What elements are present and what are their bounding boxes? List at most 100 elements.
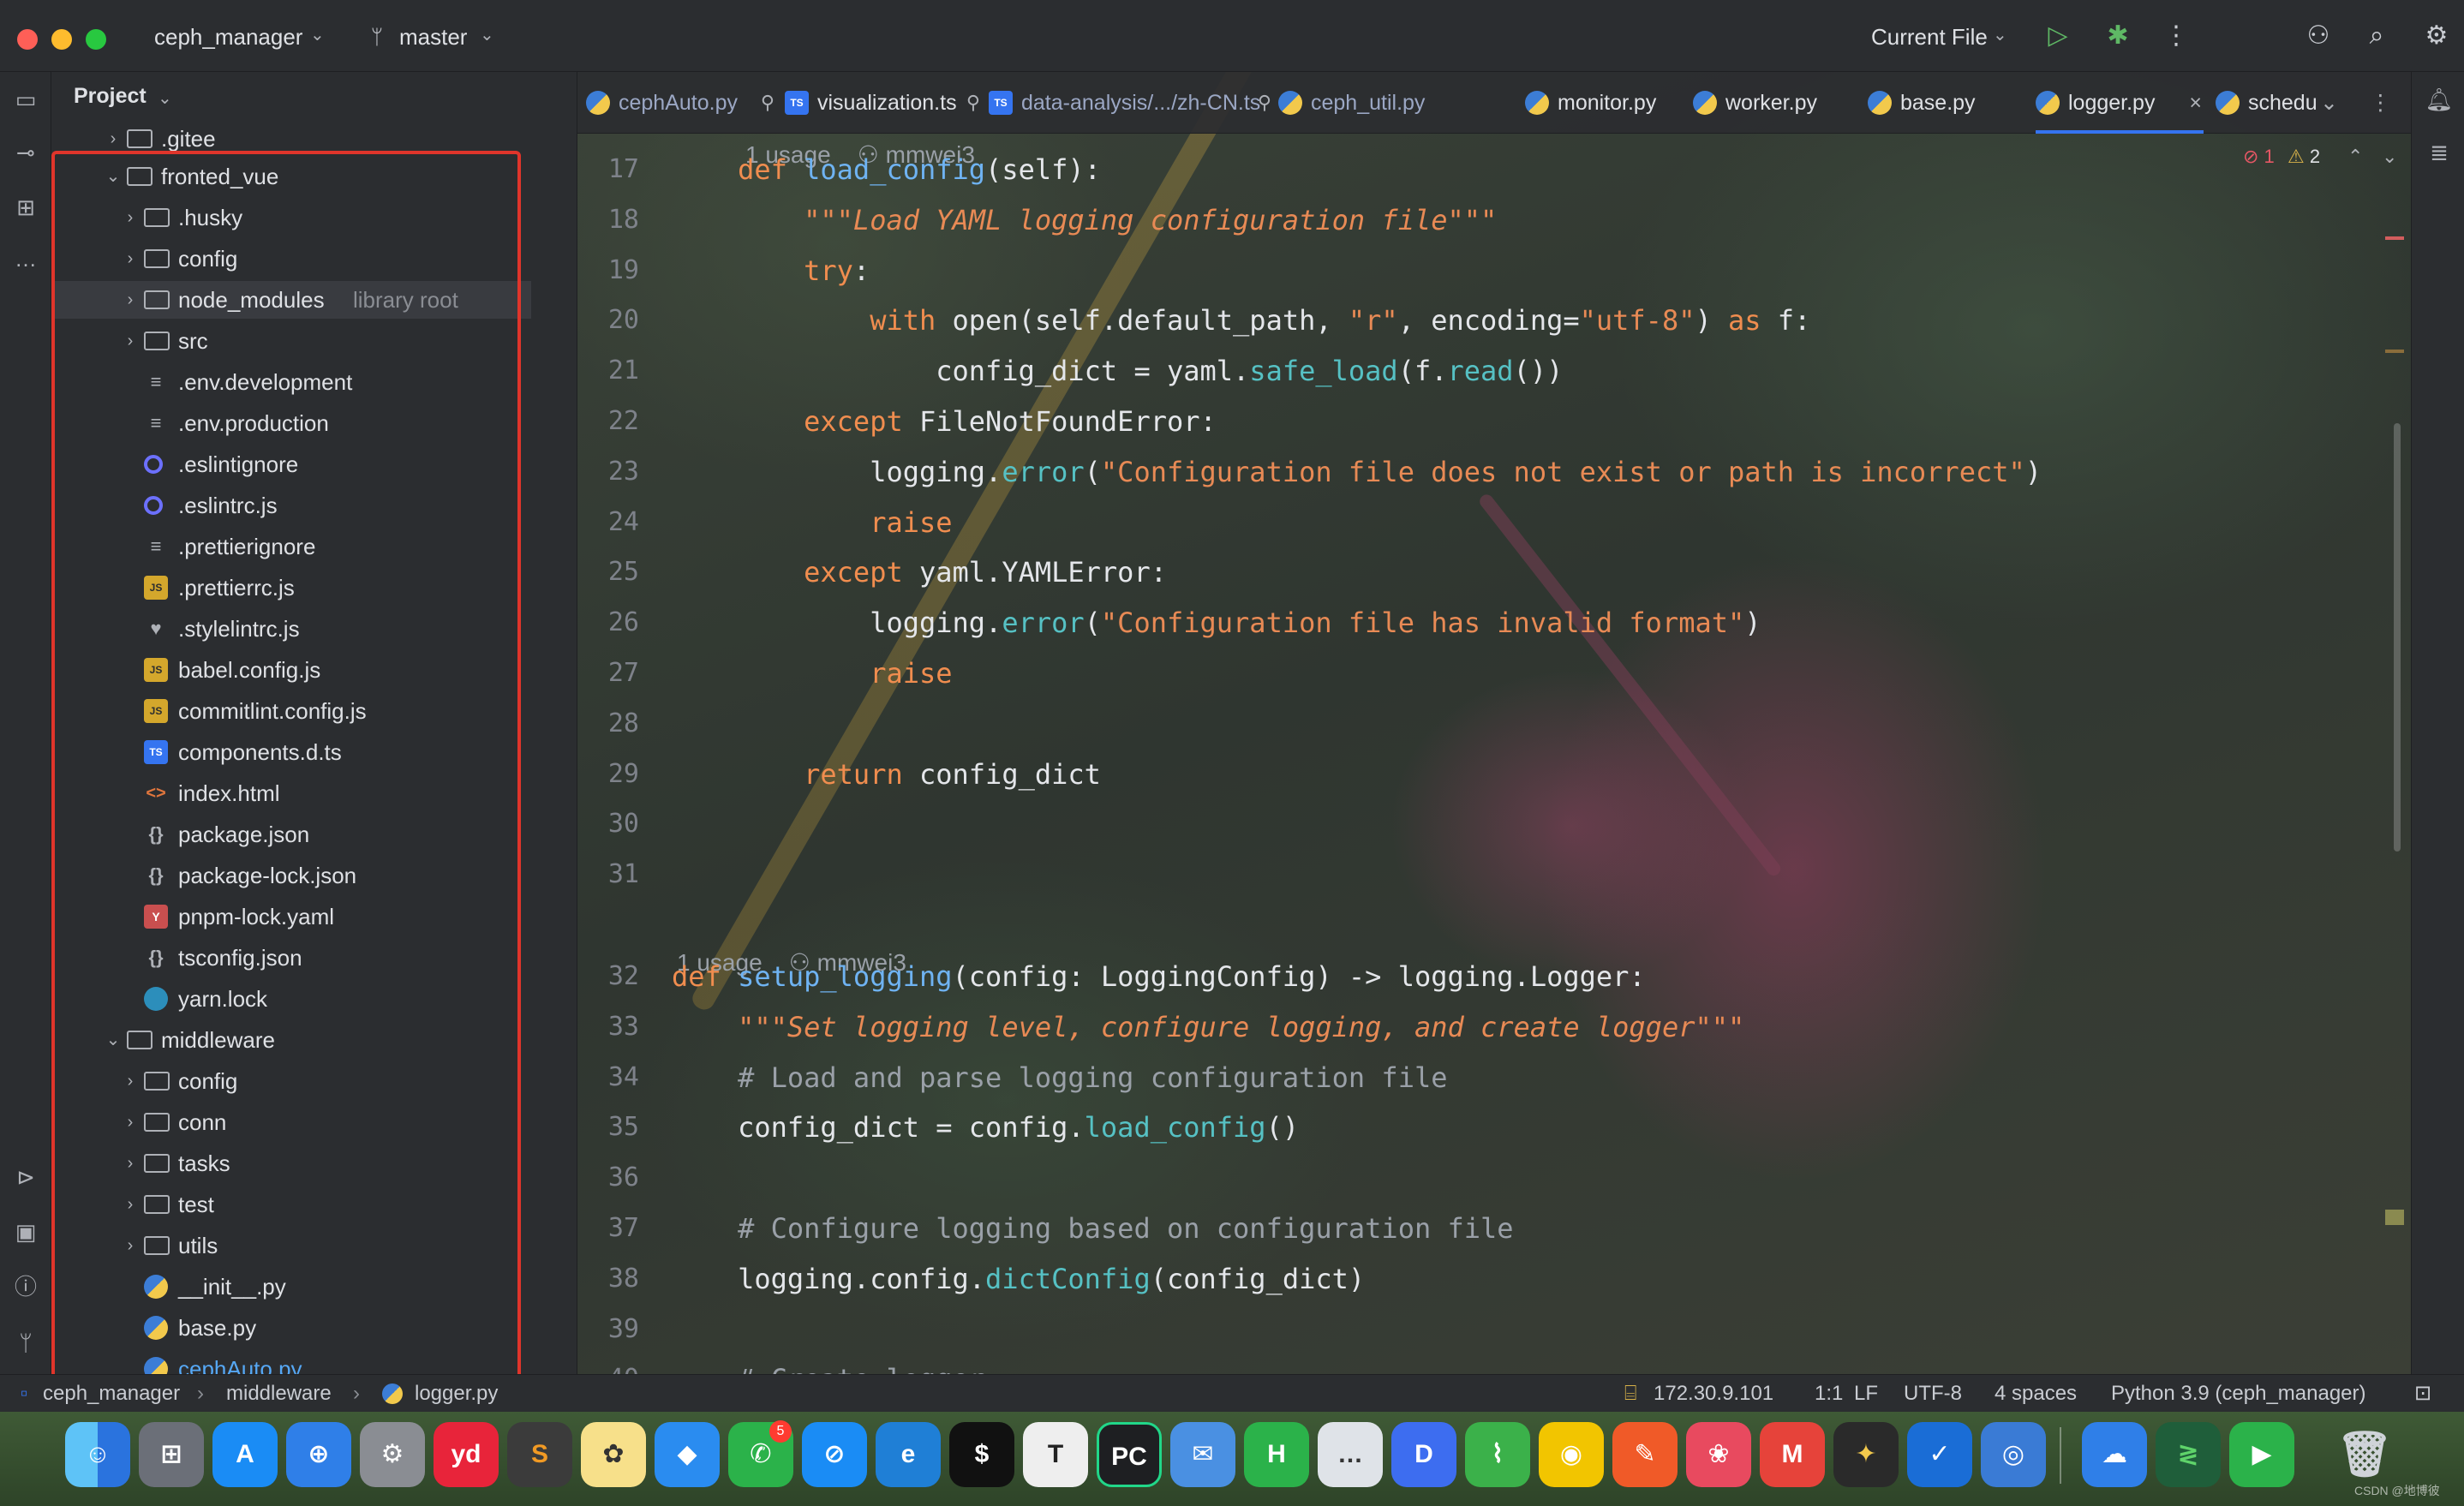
notifications-bell-icon[interactable]: 🔔︎ <box>2424 84 2455 115</box>
pin-icon[interactable]: ⚲ <box>761 72 774 134</box>
settings-gear-icon[interactable]: ⚙ <box>2419 19 2454 53</box>
finder-app-icon[interactable]: ☺ <box>65 1422 130 1487</box>
code-line[interactable]: 38 logging.config.dictConfig(config_dict… <box>577 1256 2411 1302</box>
tree-item[interactable]: ⌄ middleware <box>51 1021 531 1059</box>
code-line[interactable]: 34 # Load and parse logging configuratio… <box>577 1055 2411 1101</box>
tab-data-analysis-zh-cn-ts[interactable]: TS data-analysis/.../zh-CN.ts ⚲ <box>989 72 1271 134</box>
feishu-app-icon[interactable]: ✓ <box>1907 1422 1972 1487</box>
line-separator[interactable]: LF <box>1854 1375 1878 1413</box>
minimize-window-button[interactable] <box>51 29 72 50</box>
graph-app-icon[interactable]: ✦ <box>1833 1422 1899 1487</box>
tree-item[interactable]: ≡ .env.production <box>51 404 531 442</box>
tree-item[interactable]: JS babel.config.js <box>51 651 531 689</box>
editor-area[interactable]: cephAuto.py ⚲ TS visualization.ts ⚲ TS data-an… <box>577 72 2411 1374</box>
code-line[interactable]: 31 <box>577 852 2411 898</box>
tree-item[interactable]: JS .prettierrc.js <box>51 569 531 607</box>
tree-item[interactable]: › .husky <box>51 199 531 236</box>
tree-item[interactable]: › test <box>51 1186 531 1223</box>
remote-desktop-app-icon[interactable]: ⊕ <box>286 1422 351 1487</box>
database-icon[interactable]: ≣ <box>2424 137 2455 168</box>
tree-item[interactable]: › utils <box>51 1227 531 1264</box>
commit-icon[interactable]: ⊸ <box>10 137 41 168</box>
tree-item[interactable]: › node_modules library root <box>51 281 531 319</box>
project-panel-title[interactable]: Project <box>74 84 147 109</box>
vertical-scrollbar[interactable] <box>2394 423 2401 852</box>
breadcrumb-folder[interactable]: middleware <box>226 1375 332 1413</box>
tree-item[interactable]: {} package.json <box>51 816 531 853</box>
chevron-right-icon[interactable]: › <box>120 199 141 236</box>
chevron-right-icon[interactable]: › <box>120 281 141 319</box>
lanxin-app-icon[interactable]: ☁ <box>2082 1422 2147 1487</box>
error-stripe-marker[interactable] <box>2385 236 2404 240</box>
tree-item[interactable]: ≡ .prettierignore <box>51 528 531 565</box>
system-settings-app-icon[interactable]: ⚙ <box>360 1422 425 1487</box>
tab-cephauto-py[interactable]: cephAuto.py ⚲ <box>586 72 774 134</box>
tree-item[interactable]: TS components.d.ts <box>51 733 531 771</box>
app-store-icon[interactable]: A <box>212 1422 278 1487</box>
facetime-app-icon[interactable]: ▶ <box>2229 1422 2294 1487</box>
terminal-app-icon[interactable]: $ <box>949 1422 1014 1487</box>
tab-actions-icon[interactable]: ⋮ <box>2370 72 2391 134</box>
code-line[interactable]: 40 # Create logger <box>577 1356 2411 1374</box>
code-line[interactable]: 35 config_dict = config.load_config() <box>577 1104 2411 1150</box>
sublime-text-app-icon[interactable]: S <box>507 1422 572 1487</box>
chevron-right-icon[interactable]: › <box>120 1062 141 1100</box>
network-app-icon[interactable]: ◎ <box>1981 1422 2046 1487</box>
youdao-app-icon[interactable]: yd <box>434 1422 499 1487</box>
remote-host[interactable]: 172.30.9.101 <box>1654 1375 1773 1413</box>
account-icon[interactable]: ⚇ <box>2301 19 2335 53</box>
tab-visualization-ts[interactable]: TS visualization.ts ⚲ <box>785 72 980 134</box>
breadcrumb-project[interactable]: ceph_manager <box>43 1375 180 1413</box>
tree-item[interactable]: .eslintignore <box>51 445 531 483</box>
tree-item[interactable]: <> index.html <box>51 774 531 812</box>
dingtalk-app-icon[interactable]: ◆ <box>655 1422 720 1487</box>
run-icon[interactable]: ▷ <box>2041 19 2075 53</box>
code-line[interactable]: 29 return config_dict <box>577 751 2411 798</box>
python-interpreter[interactable]: Python 3.9 (ceph_manager) <box>2111 1375 2366 1413</box>
tree-item[interactable]: yarn.lock <box>51 980 531 1018</box>
code-line[interactable]: 32 def setup_logging(config: LoggingConfi… <box>577 953 2411 1000</box>
safari-app-icon[interactable]: ⊘ <box>802 1422 867 1487</box>
mongodb-app-icon[interactable]: ⌇ <box>1465 1422 1530 1487</box>
script-app-icon[interactable]: ≷ <box>2156 1422 2221 1487</box>
indent-setting[interactable]: 4 spaces <box>1995 1375 2077 1413</box>
tree-item[interactable]: › tasks <box>51 1144 531 1182</box>
typora-app-icon[interactable]: T <box>1023 1422 1088 1487</box>
tree-item[interactable]: {} tsconfig.json <box>51 939 531 977</box>
search-icon[interactable]: ⌕ <box>2359 19 2394 53</box>
code-line[interactable]: 21 config_dict = yaml.safe_load(f.read()… <box>577 348 2411 394</box>
chevron-right-icon[interactable]: › <box>103 120 123 158</box>
tree-item[interactable]: base.py <box>51 1309 531 1347</box>
chevron-down-icon[interactable]: ⌄ <box>103 158 123 195</box>
notes-app-icon[interactable]: ✿ <box>581 1422 646 1487</box>
tab-ceph-util-py[interactable]: ceph_util.py <box>1278 72 1438 134</box>
run-configuration-selector[interactable]: Current File <box>1871 24 1988 51</box>
tree-item[interactable]: › src <box>51 322 531 360</box>
code-line[interactable]: 30 <box>577 801 2411 847</box>
code-line[interactable]: 37 # Configure logging based on configur… <box>577 1205 2411 1252</box>
code-line[interactable]: 27 raise <box>577 650 2411 696</box>
tree-item-gitee[interactable]: › .gitee <box>51 120 531 158</box>
debug-icon[interactable]: ✱ <box>2101 19 2135 53</box>
code-line[interactable]: 20 with open(self.default_path, "r", enc… <box>577 297 2411 344</box>
chevron-right-icon[interactable]: › <box>120 240 141 278</box>
code-line[interactable]: 22 except FileNotFoundError: <box>577 398 2411 445</box>
code-line[interactable]: 33 """Set logging level, configure loggi… <box>577 1004 2411 1050</box>
chevron-right-icon[interactable]: › <box>120 322 141 360</box>
tree-item[interactable]: › config <box>51 240 531 278</box>
chevron-down-icon[interactable]: ⌄ <box>103 1021 123 1059</box>
code-line[interactable]: 17 def load_config(self): <box>577 146 2411 193</box>
code-line[interactable]: 24 raise <box>577 499 2411 546</box>
git-icon[interactable]: ᛘ <box>10 1328 41 1359</box>
zoom-window-button[interactable] <box>86 29 106 50</box>
tab-logger-py[interactable]: logger.py × <box>2036 72 2204 134</box>
postman-app-icon[interactable]: ✎ <box>1612 1422 1678 1487</box>
tree-item[interactable]: › config <box>51 1062 531 1100</box>
pin-icon[interactable]: ⚲ <box>966 72 980 134</box>
notes-red-app-icon[interactable]: ❀ <box>1686 1422 1751 1487</box>
code-line[interactable]: 19 try: <box>577 248 2411 294</box>
chevron-right-icon[interactable]: › <box>120 1227 141 1264</box>
structure-icon[interactable]: ⊞ <box>10 192 41 223</box>
tree-item[interactable]: ≡ .env.development <box>51 363 531 401</box>
chat-app-icon[interactable]: … <box>1318 1422 1383 1487</box>
